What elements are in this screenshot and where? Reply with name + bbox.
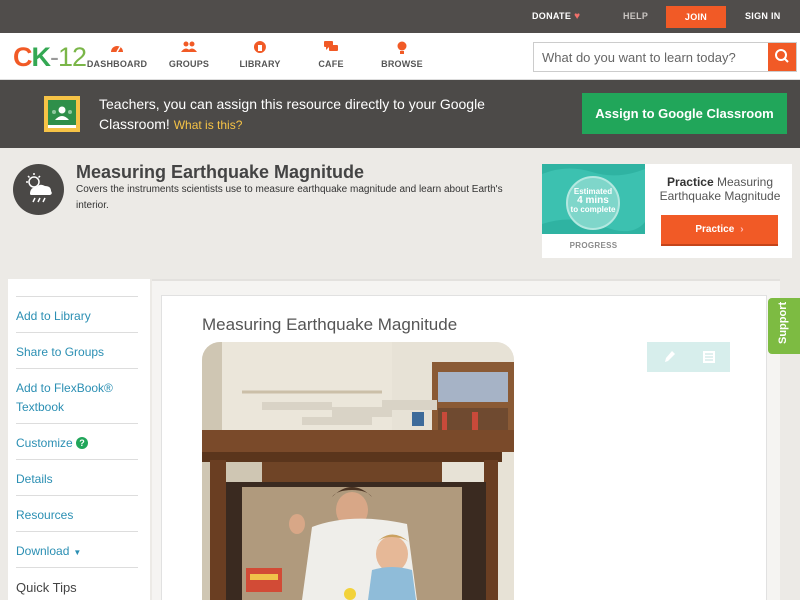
notes-icon[interactable] [701,349,717,365]
google-classroom-icon [44,96,80,132]
sidebar-quick-tips[interactable]: Quick Tips [16,567,138,597]
help-link[interactable]: HELP [623,11,648,21]
progress-label: PROGRESS [569,241,618,250]
top-utility-bar: DONATE ♥ HELP JOIN SIGN IN [0,0,800,33]
library-icon [225,41,295,57]
annotation-tools [647,342,730,372]
search-box [533,42,797,72]
search-input[interactable] [534,43,768,71]
what-is-this-link[interactable]: What is this? [174,118,243,132]
help-icon[interactable]: ? [76,437,89,449]
sidebar-details[interactable]: Details [16,459,138,489]
search-button[interactable] [768,43,796,71]
groups-icon [154,41,224,57]
sidebar-customize[interactable]: Customize ? [16,423,138,453]
practice-card: Estimated 4 mins to complete PROGRESS Pr… [542,164,792,258]
page-description: Covers the instruments scientists use to… [76,184,503,211]
donate-link[interactable]: DONATE ♥ [532,11,580,22]
practice-thumbnail: Estimated 4 mins to complete [542,164,645,234]
banner-text: Teachers, you can assign this resource d… [99,96,485,132]
sidebar-download[interactable]: Download ▼ [16,531,138,562]
nav-browse[interactable]: BROWSE [367,41,437,69]
nav-dashboard[interactable]: DASHBOARD [82,41,152,69]
cafe-icon [296,41,366,57]
search-icon [775,49,789,63]
sidebar: Add to Library Share to Groups Add to Fl… [8,279,150,600]
practice-button[interactable]: Practice › [661,215,778,244]
ck12-logo[interactable]: CK-12 [13,42,87,73]
sidebar-resources[interactable]: Resources [16,495,138,525]
sidebar-add-to-library[interactable]: Add to Library [16,296,138,326]
sign-in-link[interactable]: SIGN IN [745,11,781,21]
dashboard-icon [82,41,152,57]
page-title: Measuring Earthquake Magnitude [76,162,365,182]
practice-title: Practice Measuring Earthquake Magnitude [659,175,781,203]
caret-down-icon: ▼ [73,548,82,557]
sidebar-add-to-flexbook[interactable]: Add to FlexBook® Textbook [16,368,138,417]
join-button[interactable]: JOIN [666,6,726,28]
nav-library[interactable]: LIBRARY [225,41,295,69]
chevron-right-icon: › [740,224,744,235]
browse-icon [367,41,437,57]
assign-to-google-classroom-button[interactable]: Assign to Google Classroom [582,93,787,134]
estimated-time-badge: Estimated 4 mins to complete [566,176,620,230]
heart-icon: ♥ [574,11,581,22]
main-nav: CK-12 DASHBOARD GROUPS LIBRARY CAFE BROW… [0,33,800,80]
pencil-icon[interactable] [661,349,677,365]
earthquake-drill-photo [202,342,514,600]
nav-cafe[interactable]: CAFE [296,41,366,69]
content-title: Measuring Earthquake Magnitude [202,315,458,334]
support-tab[interactable]: Support [768,298,800,354]
earth-science-icon [13,164,64,215]
sidebar-share-to-groups[interactable]: Share to Groups [16,332,138,362]
nav-groups[interactable]: GROUPS [154,41,224,69]
